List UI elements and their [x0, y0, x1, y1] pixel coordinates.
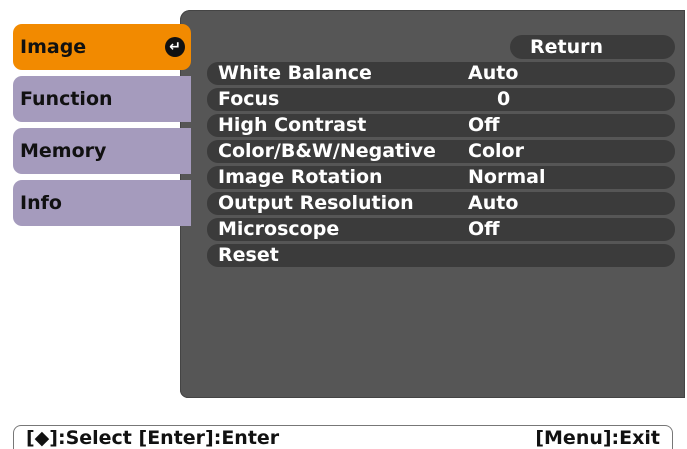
menu-item-reset[interactable]: Reset: [207, 244, 675, 267]
menu-item-label: High Contrast: [218, 114, 367, 136]
menu-item-label: White Balance: [218, 62, 372, 84]
tab-info[interactable]: Info: [13, 180, 191, 226]
tab-function[interactable]: Function: [13, 76, 191, 122]
menu-item-value: Off: [468, 218, 500, 240]
help-bar: [◆]:Select [Enter]:Enter [Menu]:Exit: [13, 425, 673, 449]
menu-item-label: Focus: [218, 88, 280, 110]
menu-item-color-bw-negative[interactable]: Color/B&W/Negative Color: [207, 140, 675, 163]
enter-icon: ↵: [165, 37, 185, 57]
tab-memory[interactable]: Memory: [13, 128, 191, 174]
tab-label: Info: [20, 192, 62, 214]
menu-item-label: Color/B&W/Negative: [218, 140, 436, 162]
menu-item-label: Output Resolution: [218, 192, 414, 214]
menu-item-value: Auto: [468, 62, 519, 84]
menu-item-microscope[interactable]: Microscope Off: [207, 218, 675, 241]
menu-item-label: Microscope: [218, 218, 340, 240]
menu-item-label: Reset: [218, 244, 279, 266]
return-button[interactable]: Return: [510, 35, 675, 59]
tab-image[interactable]: Image ↵: [13, 24, 191, 70]
tab-label: Image: [20, 36, 87, 58]
help-exit-text: [Menu]:Exit: [535, 427, 660, 449]
return-label: Return: [530, 36, 604, 58]
help-select-enter-text: [◆]:Select [Enter]:Enter: [26, 427, 280, 449]
menu-item-output-resolution[interactable]: Output Resolution Auto: [207, 192, 675, 215]
tab-label: Memory: [20, 140, 107, 162]
menu-item-focus[interactable]: Focus 0: [207, 88, 675, 111]
menu-item-image-rotation[interactable]: Image Rotation Normal: [207, 166, 675, 189]
tab-label: Function: [20, 88, 113, 110]
menu-item-value: Off: [468, 114, 500, 136]
menu-item-value: Normal: [468, 166, 546, 188]
menu-item-value: Auto: [468, 192, 519, 214]
menu-item-value: 0: [497, 88, 511, 110]
menu-item-white-balance[interactable]: White Balance Auto: [207, 62, 675, 85]
menu-item-high-contrast[interactable]: High Contrast Off: [207, 114, 675, 137]
menu-item-value: Color: [468, 140, 524, 162]
menu-item-label: Image Rotation: [218, 166, 383, 188]
